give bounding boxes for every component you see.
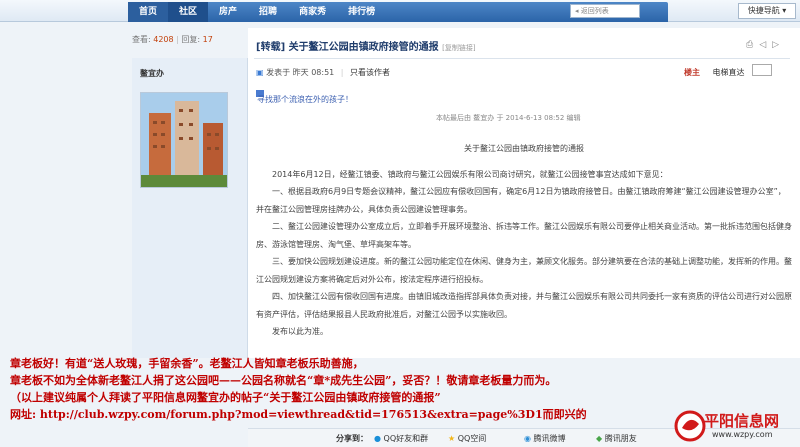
share-weibo-label: 腾讯微博 [533, 434, 566, 443]
logo-url: www.wzpy.com [712, 430, 773, 439]
article-paragraph: 三、要加快公园规划建设进度。新的鳌江公园功能定位在休闲、健身为主，兼顾文化服务。… [256, 257, 792, 284]
back-to-list-label: 返回列表 [580, 7, 609, 15]
author-name[interactable]: 鳌宜办 [140, 68, 164, 79]
next-thread-icon[interactable]: ▷ [772, 40, 779, 50]
overlay-line: 章老板不如为全体新老鳌江人捐了这公园吧——公园名称就名“章*成先生公园”，妥否？… [10, 374, 557, 387]
qq-icon: ● [374, 434, 381, 443]
avatar[interactable] [140, 92, 228, 188]
floor-info: 楼主 电梯直达 [684, 67, 745, 78]
share-qzone-label: QQ空间 [457, 434, 487, 443]
online-icon: ▣ [256, 68, 267, 77]
share-qq-friends[interactable]: ● QQ好友和群 [374, 433, 428, 444]
tab-merchants[interactable]: 商家秀 [288, 2, 337, 22]
post-tools: ⎙ ◁ ▷ [746, 40, 790, 50]
prev-thread-icon[interactable]: ◁ [759, 40, 766, 50]
share-qzone[interactable]: ★ QQ空间 [448, 433, 486, 444]
share-label: 分享到： [336, 434, 368, 443]
tab-jobs[interactable]: 招聘 [248, 2, 288, 22]
share-tencent-weibo[interactable]: ◉ 腾讯微博 [524, 433, 566, 444]
post-title-text: [转载] 关于鳌江公园由镇政府接管的通报 [256, 42, 439, 53]
overlay-line: 章老板好！有道“送人玫瑰，手留余香”。老鳌江人皆知章老板乐助善施， [10, 357, 364, 370]
article-paragraph: 二、鳌江公园建设管理办公室成立后，立即着手开展环境整治、拆违等工作。鳌江公园娱乐… [256, 222, 792, 249]
quick-nav-label: 快捷导航 [747, 6, 780, 15]
weibo-icon: ◉ [524, 434, 531, 443]
share-tencent-friends[interactable]: ◆ 腾讯朋友 [596, 433, 637, 444]
ad-link[interactable]: 寻找那个流浪在外的孩子！ [257, 94, 353, 105]
friends-icon: ◆ [596, 434, 603, 443]
buildings-photo [141, 93, 227, 187]
replies-label: 回复: [181, 35, 201, 44]
article-paragraph: 四、加快鳌江公园有偿收回国有进度。由镇旧城改造指挥部具体负责对接，并与鳌江公园娱… [256, 292, 792, 319]
post-title: [转载] 关于鳌江公园由镇政府接管的通报 [复制链接] [256, 38, 476, 53]
tab-realestate[interactable]: 房产 [208, 2, 248, 22]
copy-link-button[interactable]: [复制链接] [442, 44, 475, 52]
article-body: 关于鳌江公园由镇政府接管的通报 2014年6月12日，经鳌江镇委、镇政府与鳌江公… [256, 140, 792, 341]
share-qq-friends-label: QQ好友和群 [383, 434, 429, 443]
article-paragraph: 发布以此为准。 [272, 327, 328, 336]
overlay-line: （以上建议纯属个人拜读了平阳信息网鳌宜办的帖子“关于鳌江公园由镇政府接管的通报” [10, 391, 441, 404]
article-paragraph: 2014年6月12日，经鳌江镇委、镇政府与鳌江公园娱乐有限公司商讨研究，就鳌江公… [272, 169, 668, 179]
chevron-down-icon: ▾ [779, 6, 787, 15]
floor-label: 楼主 [684, 68, 700, 77]
article-paragraph: 一、根据县政府6月9日专题会议精神，鳌江公园应有偿收回国有，确定6月12日为镇政… [256, 187, 786, 214]
view-only-author-link[interactable]: 只看该作者 [350, 68, 390, 77]
divider [254, 58, 790, 59]
edited-note: 本帖最后由 鳌宜办 于 2014-6-13 08:52 编辑 [436, 114, 581, 122]
logo-name: 平阳信息网 [704, 412, 780, 430]
quick-nav-button[interactable]: 快捷导航 ▾ [738, 3, 796, 19]
post-meta: ▣ 发表于 昨天 08:51 | 只看该作者 [256, 68, 391, 77]
floor-jump-input[interactable] [752, 64, 772, 76]
thread-stats: 查看: 4208 | 回复: 17 [132, 35, 213, 44]
tab-community[interactable]: 社区 [168, 2, 209, 22]
print-icon[interactable]: ⎙ [746, 40, 753, 50]
article-heading: 关于鳌江公园由镇政府接管的通报 [464, 144, 584, 153]
tab-rankings[interactable]: 排行榜 [337, 2, 386, 22]
share-friends-label: 腾讯朋友 [604, 434, 637, 443]
qzone-icon: ★ [448, 434, 456, 443]
back-to-list-button[interactable]: ◂ 返回列表 [570, 4, 640, 18]
views-count: 4208 [153, 35, 174, 44]
views-label: 查看: [132, 35, 151, 44]
jump-label: 电梯直达 [712, 68, 745, 77]
post-time: 发表于 昨天 08:51 [266, 68, 335, 77]
replies-count: 17 [202, 35, 213, 44]
tab-home[interactable]: 首页 [128, 2, 169, 22]
